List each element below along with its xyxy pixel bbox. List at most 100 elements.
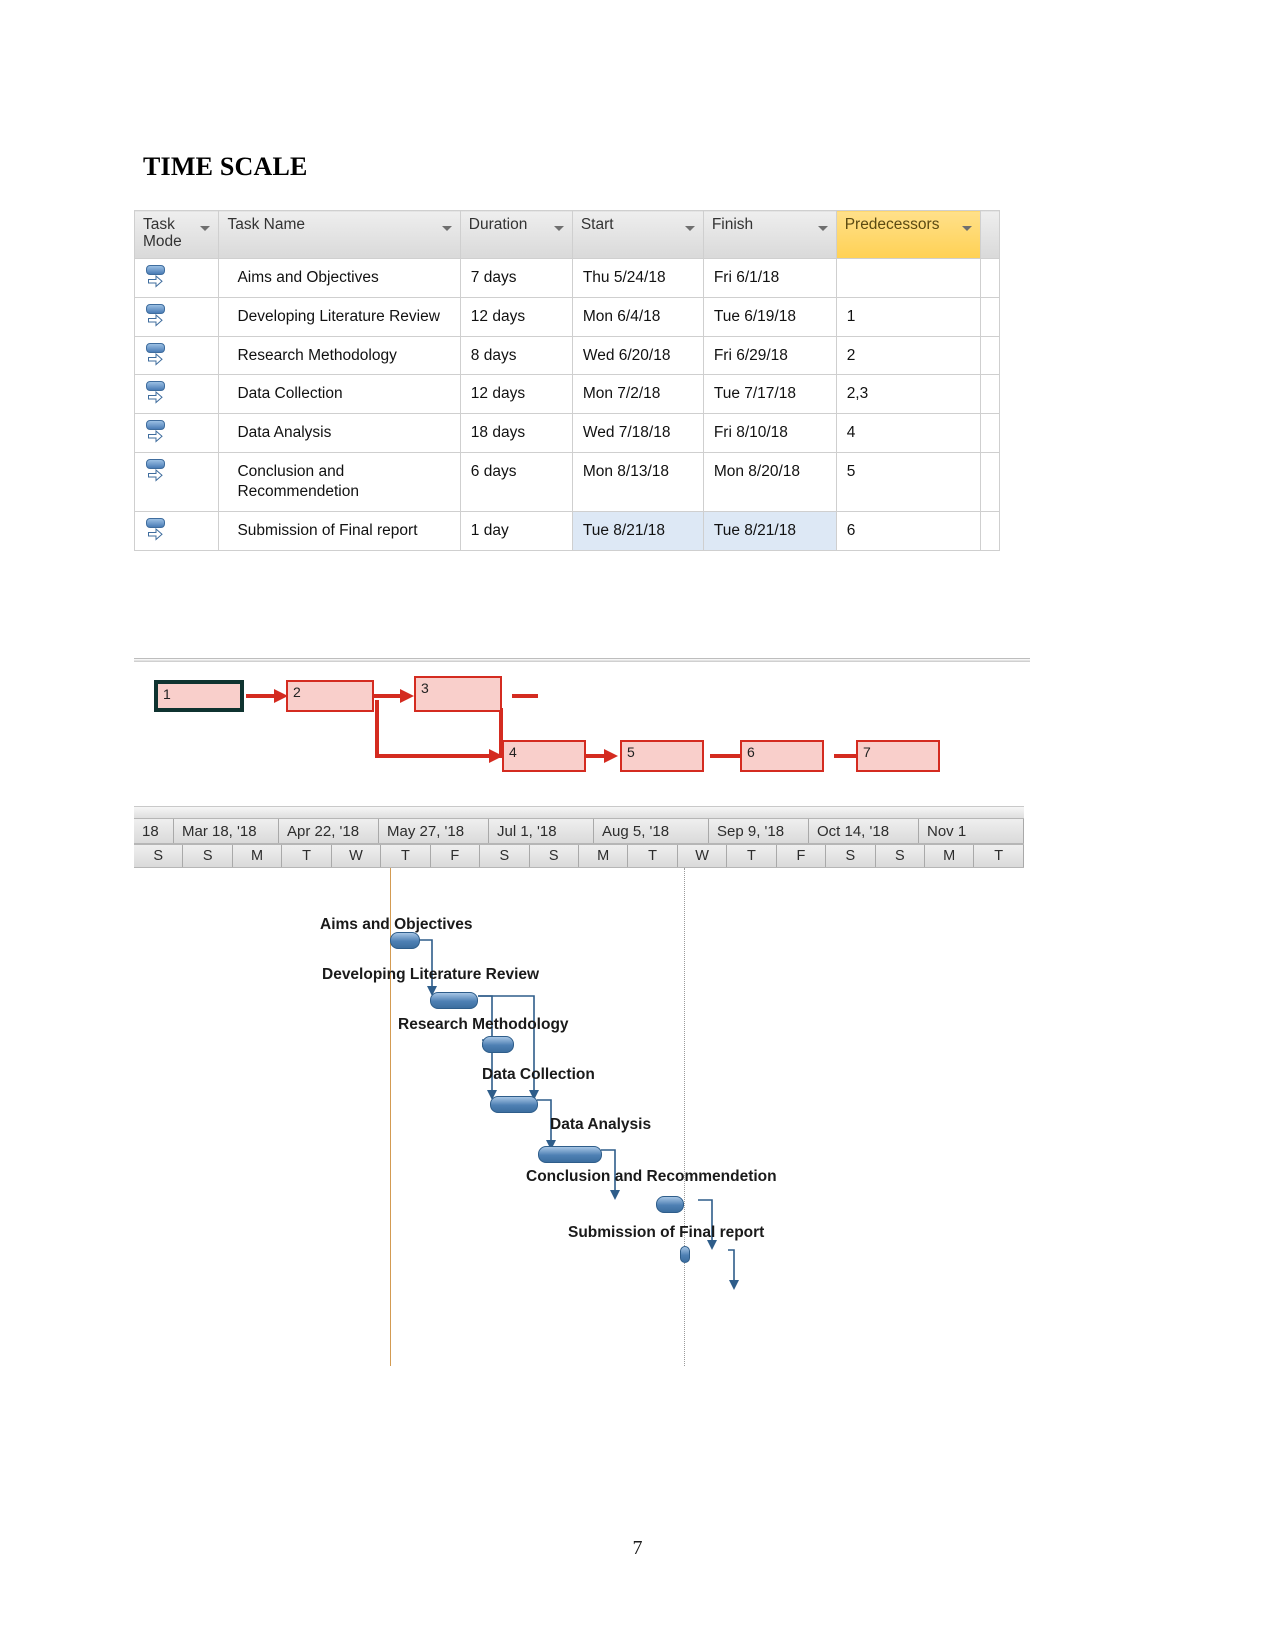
cell-predecessors[interactable]: 2	[835, 335, 981, 376]
cell-extra[interactable]	[979, 510, 1001, 551]
gantt-timeline-days: SSMTWTFSSMTWTFSSMT	[134, 844, 1024, 868]
cell-extra[interactable]	[979, 374, 1001, 415]
cell-predecessors[interactable]	[835, 258, 981, 298]
cell-start[interactable]: Thu 5/24/18	[571, 258, 704, 298]
network-node-1-label: 1	[163, 686, 171, 702]
cell-task-mode[interactable]	[133, 452, 220, 512]
filter-arrow-icon[interactable]	[200, 226, 211, 231]
filter-arrow-icon[interactable]	[441, 226, 452, 231]
network-node-4[interactable]: 4	[502, 740, 586, 772]
column-header-start[interactable]: Start	[571, 210, 704, 259]
auto-scheduled-icon	[145, 265, 167, 291]
cell-start[interactable]: Tue 8/21/18	[571, 510, 704, 551]
predecessors-text: 6	[846, 521, 856, 539]
network-node-1[interactable]: 1	[154, 680, 244, 712]
cell-duration[interactable]: 12 days	[459, 374, 573, 415]
cell-task-mode[interactable]	[133, 335, 220, 376]
gantt-bar-data-analysis[interactable]	[538, 1146, 602, 1163]
cell-task-mode[interactable]	[133, 258, 220, 298]
gantt-body[interactable]: Aims and Objectives Developing Literatur…	[134, 868, 1024, 1366]
cell-predecessors[interactable]: 4	[835, 413, 981, 454]
column-header-task-mode[interactable]: Task Mode	[133, 210, 220, 259]
table-row[interactable]: Submission of Final report 1 day Tue 8/21/…	[133, 510, 1001, 551]
gantt-bar-developing-literature-review[interactable]	[430, 992, 478, 1009]
column-header-duration[interactable]: Duration	[459, 210, 573, 259]
column-header-finish[interactable]: Finish	[702, 210, 837, 259]
cell-start[interactable]: Wed 7/18/18	[571, 413, 704, 454]
timeline-day-cell: M	[233, 845, 283, 867]
cell-task-name[interactable]: Submission of Final report	[218, 510, 461, 551]
cell-extra[interactable]	[979, 258, 1001, 298]
cell-task-name[interactable]: Developing Literature Review	[218, 296, 461, 337]
task-table[interactable]: Task Mode Task Name Duration Start Finis…	[133, 210, 1001, 551]
cell-start[interactable]: Wed 6/20/18	[571, 335, 704, 376]
cell-duration[interactable]: 8 days	[459, 335, 573, 376]
arrow-glyph-icon	[148, 391, 163, 405]
table-row[interactable]: Aims and Objectives 7 days Thu 5/24/18 Fri …	[133, 258, 1001, 298]
cell-task-mode[interactable]	[133, 510, 220, 551]
cell-duration[interactable]: 18 days	[459, 413, 573, 454]
cell-task-name[interactable]: Data Analysis	[218, 413, 461, 454]
filter-arrow-icon[interactable]	[961, 226, 972, 231]
table-row[interactable]: Data Collection 12 days Mon 7/2/18 Tue 7/17…	[133, 374, 1001, 415]
cell-finish[interactable]: Fri 6/29/18	[702, 335, 837, 376]
gantt-bar-submission-of-final-report[interactable]	[680, 1246, 690, 1263]
cell-finish[interactable]: Fri 8/10/18	[702, 413, 837, 454]
gantt-chart[interactable]: 18 Mar 18, '18 Apr 22, '18 May 27, '18 Jul 1…	[134, 806, 1024, 1366]
cell-predecessors[interactable]: 5	[835, 452, 981, 512]
column-header-extra[interactable]	[979, 210, 1001, 259]
cell-extra[interactable]	[979, 452, 1001, 512]
column-header-task-name[interactable]: Task Name	[218, 210, 461, 259]
cell-task-mode[interactable]	[133, 374, 220, 415]
filter-arrow-icon[interactable]	[817, 226, 828, 231]
cell-task-name[interactable]: Aims and Objectives	[218, 258, 461, 298]
cell-task-name[interactable]: Conclusion and Recommendetion	[218, 452, 461, 512]
cell-predecessors[interactable]: 6	[835, 510, 981, 551]
filter-arrow-icon[interactable]	[684, 226, 695, 231]
cell-start[interactable]: Mon 6/4/18	[571, 296, 704, 337]
network-node-2[interactable]: 2	[286, 680, 374, 712]
filter-arrow-icon[interactable]	[553, 226, 564, 231]
cell-finish[interactable]: Mon 8/20/18	[702, 452, 837, 512]
cell-extra[interactable]	[979, 335, 1001, 376]
table-row[interactable]: Conclusion and Recommendetion 6 days Mon 8…	[133, 452, 1001, 512]
duration-text: 7 days	[470, 269, 517, 286]
network-diagram[interactable]: 1 2 3 4 5 6 7	[134, 668, 1034, 798]
network-node-5[interactable]: 5	[620, 740, 704, 772]
cell-duration[interactable]: 7 days	[459, 258, 573, 298]
cell-predecessors[interactable]: 2,3	[835, 374, 981, 415]
cell-predecessors[interactable]: 1	[835, 296, 981, 337]
cell-task-mode[interactable]	[133, 296, 220, 337]
table-row[interactable]: Data Analysis 18 days Wed 7/18/18 Fri 8/10/…	[133, 413, 1001, 454]
timeline-day-cell: S	[480, 845, 530, 867]
network-node-6[interactable]: 6	[740, 740, 824, 772]
gantt-bar-data-collection[interactable]	[490, 1096, 538, 1113]
cell-duration[interactable]: 1 day	[459, 510, 573, 551]
cell-task-mode[interactable]	[133, 413, 220, 454]
network-node-7[interactable]: 7	[856, 740, 940, 772]
gantt-bar-research-methodology[interactable]	[482, 1036, 514, 1053]
cell-finish[interactable]: Tue 7/17/18	[702, 374, 837, 415]
cell-finish[interactable]: Fri 6/1/18	[702, 258, 837, 298]
table-row[interactable]: Research Methodology 8 days Wed 6/20/18 Fri…	[133, 335, 1001, 376]
cell-task-name[interactable]: Research Methodology	[218, 335, 461, 376]
start-text: Wed 6/20/18	[582, 346, 671, 364]
cell-duration[interactable]: 6 days	[459, 452, 573, 512]
arrow-glyph-icon	[148, 275, 163, 288]
cell-extra[interactable]	[979, 296, 1001, 337]
cell-duration[interactable]: 12 days	[459, 296, 573, 337]
column-header-predecessors[interactable]: Predecessors	[835, 210, 981, 259]
timeline-day-cell: S	[134, 845, 184, 867]
cell-finish[interactable]: Tue 6/19/18	[702, 296, 837, 337]
gantt-bar-conclusion-and-recommendetion[interactable]	[656, 1196, 684, 1213]
table-row[interactable]: Developing Literature Review 12 days Mon 6…	[133, 296, 1001, 337]
cell-start[interactable]: Mon 7/2/18	[571, 374, 704, 415]
cell-extra[interactable]	[979, 413, 1001, 454]
gantt-bar-aims-and-objectives[interactable]	[390, 932, 420, 949]
cell-finish[interactable]: Tue 8/21/18	[702, 510, 837, 551]
cell-task-name[interactable]: Data Collection	[218, 374, 461, 415]
timeline-day-cell: S	[530, 845, 579, 867]
cell-start[interactable]: Mon 8/13/18	[571, 452, 704, 512]
section-divider	[134, 658, 1030, 662]
network-node-3[interactable]: 3	[414, 676, 502, 712]
